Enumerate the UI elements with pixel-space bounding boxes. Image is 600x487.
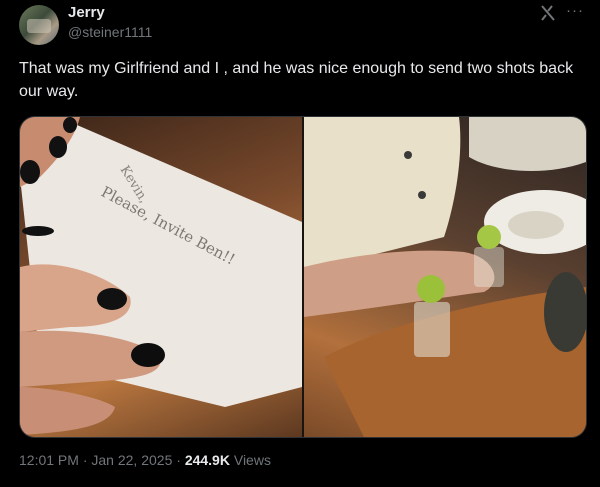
nail-5 (63, 117, 77, 133)
nail-4 (49, 136, 67, 158)
finger-3 (20, 387, 115, 435)
tweet-text: That was my Girlfriend and I , and he wa… (19, 60, 574, 100)
lime-1 (417, 275, 445, 303)
author-handle[interactable]: @steiner1111 (68, 24, 152, 40)
meta-separator: · (176, 452, 181, 468)
sweater (304, 117, 461, 267)
grok-icon[interactable] (539, 4, 557, 22)
shots-photo-drawing (304, 117, 586, 437)
person-right (469, 117, 586, 172)
sweater-button-1 (404, 151, 412, 159)
photo-shots[interactable] (304, 117, 586, 437)
nail-2 (131, 343, 165, 367)
sauce-bowl (508, 211, 564, 239)
sweater-button-2 (418, 191, 426, 199)
nail-6 (22, 226, 54, 236)
tweet-date[interactable]: Jan 22, 2025 (91, 452, 172, 468)
note-photo-drawing: Kevin, Please, Invite Ben!! (20, 117, 302, 435)
nail-3 (20, 160, 40, 184)
views-count: 244.9K (184, 452, 230, 468)
shot-glass-2 (474, 247, 504, 287)
meta-separator: · (82, 452, 88, 468)
tweet-time[interactable]: 12:01 PM (19, 452, 79, 468)
author-display-name[interactable]: Jerry (68, 4, 105, 21)
tweet: Jerry @steiner1111 ··· That was my Girlf… (0, 0, 600, 487)
nail-1 (97, 288, 127, 310)
media-grid[interactable]: Kevin, Please, Invite Ben!! (19, 116, 587, 438)
lime-2 (477, 225, 501, 249)
tweet-meta: 12:01 PM · Jan 22, 2025 · 244.9K Views (19, 452, 271, 468)
views-label: Views (233, 452, 271, 468)
avatar[interactable] (19, 5, 59, 45)
more-icon[interactable]: ··· (566, 2, 584, 19)
shot-glass-1 (414, 302, 450, 357)
photo-note[interactable]: Kevin, Please, Invite Ben!! (20, 117, 302, 437)
skillet (544, 272, 586, 352)
